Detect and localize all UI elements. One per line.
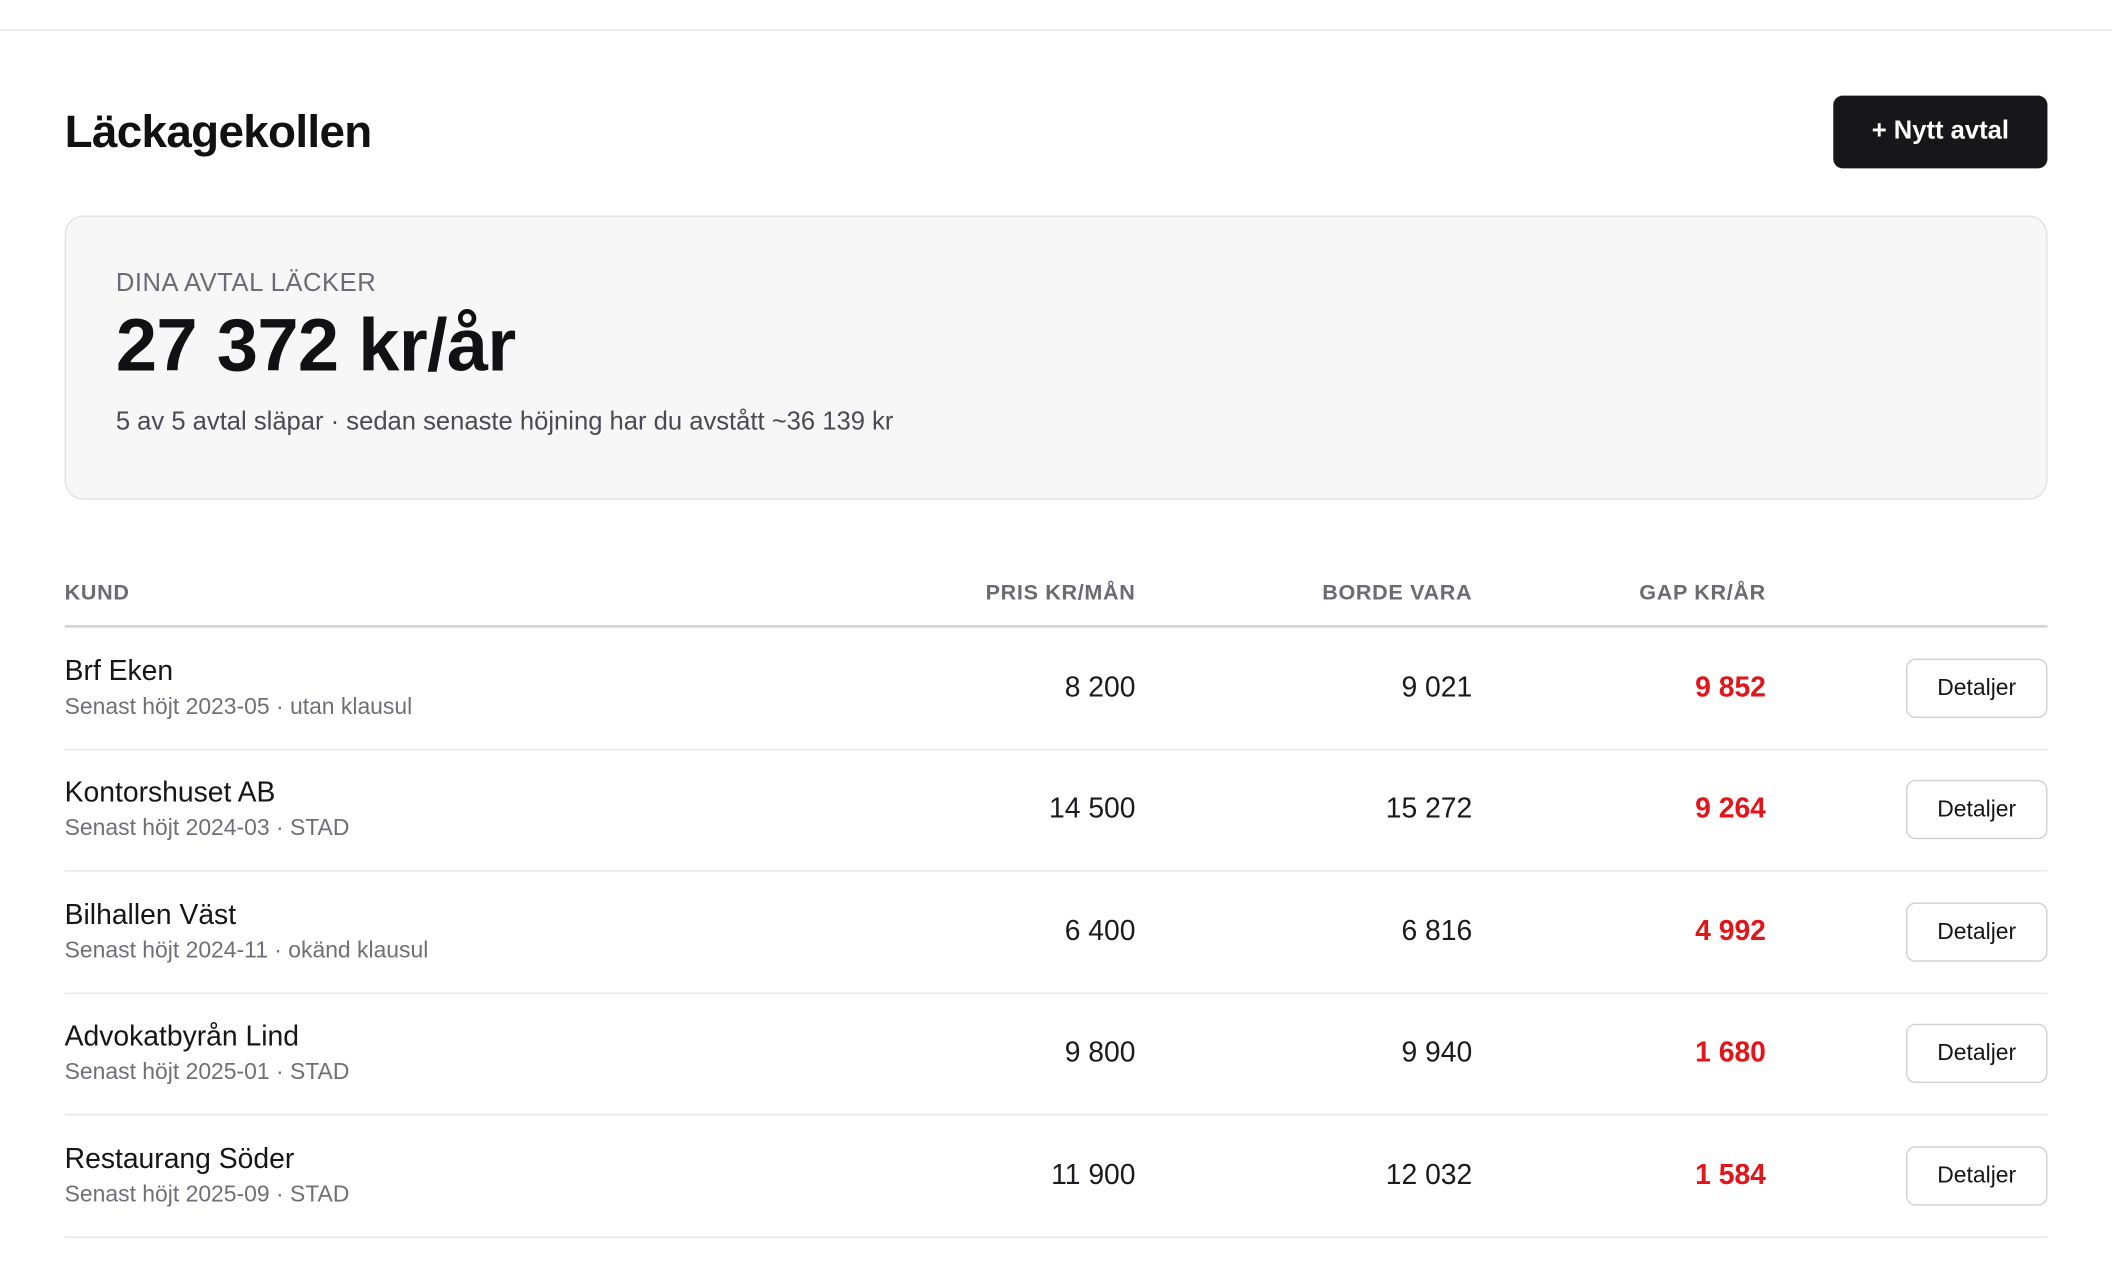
summary-subtext: 5 av 5 avtal släpar · sedan senaste höjn… [115, 408, 894, 437]
details-button[interactable]: Detaljer [1906, 1145, 2048, 1206]
customer-name: Brf Eken [64, 655, 174, 687]
gap-cell: 9 264 [1695, 793, 1766, 825]
actions-cell: Detaljer [1766, 658, 2048, 718]
actions-cell: Detaljer [1766, 902, 2048, 962]
table-row: Brf Eken Senast höjt 2023-05 · utan klau… [64, 628, 2048, 750]
customer-meta: Senast höjt 2023-05 · utan klausul [64, 693, 413, 719]
column-header-customer: KUND [64, 581, 130, 605]
details-button[interactable]: Detaljer [1906, 780, 2048, 840]
column-header-price: PRIS KR/MÅN [985, 581, 1136, 605]
table-row: Kontorshuset AB Senast höjt 2024-03 · ST… [64, 750, 2048, 872]
should-be-cell: 6 816 [1401, 915, 1473, 947]
should-be-cell: 15 272 [1385, 793, 1473, 825]
column-header-gap: GAP KR/ÅR [1639, 581, 1766, 605]
page-title: Läckagekollen [64, 105, 373, 157]
customer-meta: Senast höjt 2025-09 · STAD [64, 1180, 350, 1207]
customer-cell: Brf Eken Senast höjt 2023-05 · utan klau… [65, 654, 819, 721]
actions-cell: Detaljer [1766, 780, 2048, 840]
agreements-table: KUND PRIS KR/MÅN BORDE VARA GAP KR/ÅR Br… [64, 566, 2048, 1238]
leak-summary-card: DINA AVTAL LÄCKER 27 372 kr/år 5 av 5 av… [64, 215, 2048, 500]
gap-cell: 4 992 [1695, 915, 1766, 947]
should-be-cell: 12 032 [1385, 1159, 1473, 1191]
summary-label: DINA AVTAL LÄCKER [115, 269, 377, 298]
customer-cell: Kontorshuset AB Senast höjt 2024-03 · ST… [65, 776, 819, 843]
table-row: Restaurang Söder Senast höjt 2025-09 · S… [64, 1115, 2048, 1238]
details-button[interactable]: Detaljer [1906, 658, 2048, 718]
customer-cell: Restaurang Söder Senast höjt 2025-09 · S… [65, 1142, 819, 1209]
new-agreement-button[interactable]: + Nytt avtal [1833, 95, 2048, 169]
customer-name: Bilhallen Väst [64, 899, 237, 931]
should-be-cell: 9 940 [1401, 1037, 1473, 1069]
customer-meta: Senast höjt 2025-01 · STAD [64, 1059, 350, 1085]
page: Läckagekollen + Nytt avtal DINA AVTAL LÄ… [0, 0, 2112, 1272]
page-header: Läckagekollen + Nytt avtal [64, 95, 2048, 169]
top-divider [0, 29, 2112, 31]
customer-meta: Senast höjt 2024-11 · okänd klausul [64, 937, 429, 963]
column-header-should-be: BORDE VARA [1322, 581, 1473, 605]
table-header: KUND PRIS KR/MÅN BORDE VARA GAP KR/ÅR [64, 566, 2048, 628]
gap-cell: 9 852 [1695, 671, 1766, 703]
gap-cell: 1 680 [1695, 1037, 1766, 1069]
actions-cell: Detaljer [1766, 1145, 2048, 1206]
details-button[interactable]: Detaljer [1906, 902, 2048, 962]
customer-name: Kontorshuset AB [64, 777, 276, 809]
price-cell: 9 800 [1064, 1037, 1136, 1069]
customer-cell: Advokatbyrån Lind Senast höjt 2025-01 · … [65, 1020, 819, 1087]
customer-meta: Senast höjt 2024-03 · STAD [64, 815, 350, 841]
customer-name: Restaurang Söder [64, 1143, 295, 1175]
customer-name: Advokatbyrån Lind [64, 1021, 299, 1053]
price-cell: 11 900 [1051, 1159, 1136, 1191]
price-cell: 8 200 [1064, 671, 1136, 703]
table-row: Advokatbyrån Lind Senast höjt 2025-01 · … [64, 993, 2048, 1116]
customer-cell: Bilhallen Väst Senast höjt 2024-11 · okä… [65, 898, 819, 965]
should-be-cell: 9 021 [1401, 671, 1473, 703]
price-cell: 6 400 [1064, 915, 1136, 947]
actions-cell: Detaljer [1766, 1024, 2048, 1084]
gap-cell: 1 584 [1695, 1159, 1766, 1191]
details-button[interactable]: Detaljer [1906, 1024, 2048, 1084]
price-cell: 14 500 [1048, 793, 1136, 825]
table-row: Bilhallen Väst Senast höjt 2024-11 · okä… [64, 872, 2048, 994]
summary-amount: 27 372 kr/år [115, 303, 516, 387]
